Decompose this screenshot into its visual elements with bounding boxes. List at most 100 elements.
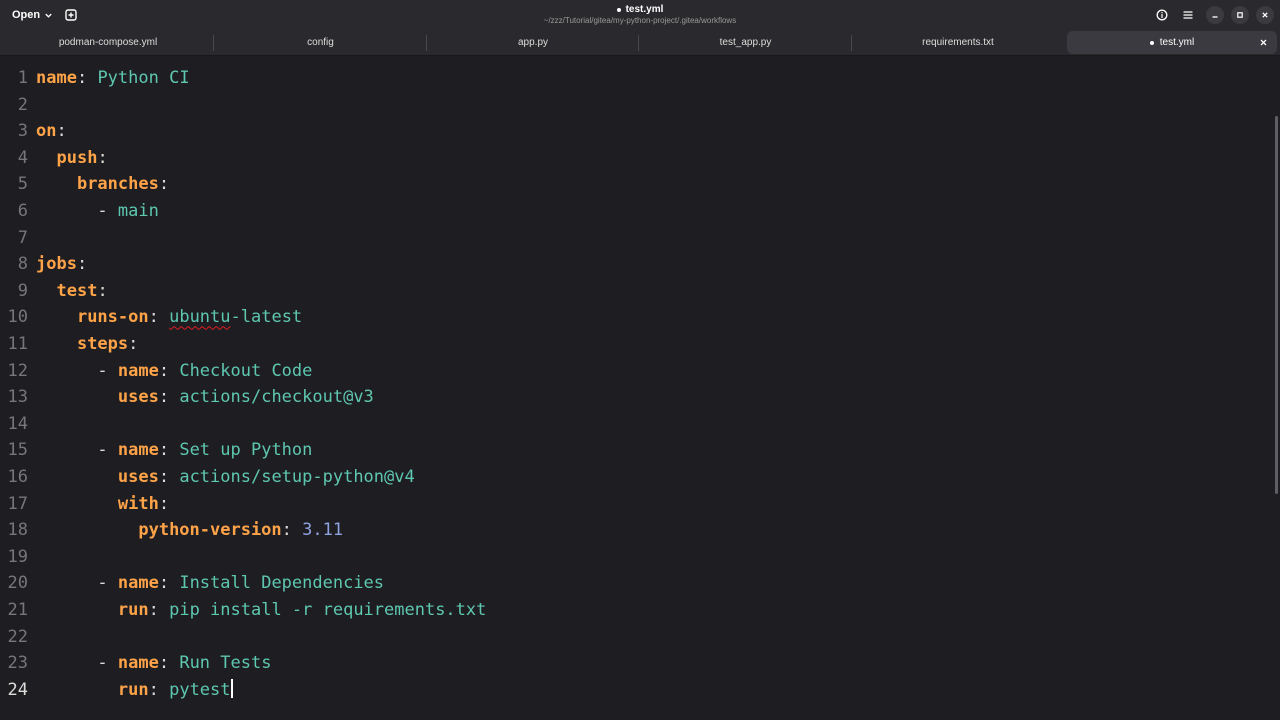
code-line: 6 - main xyxy=(0,198,1270,224)
document-info-button[interactable] xyxy=(1153,6,1171,24)
code-line: 11 steps: xyxy=(0,331,1270,357)
list-dash: - xyxy=(36,440,118,461)
header-bar: Open test.yml ~/zzz/Tutorial/gitea/my-py… xyxy=(0,0,1280,30)
code-line: 16 uses: actions/setup-python@v4 xyxy=(0,464,1270,490)
line-number: 16 xyxy=(7,467,28,487)
window-title: test.yml xyxy=(400,3,880,16)
tab-podman-compose[interactable]: podman-compose.yml xyxy=(2,31,214,54)
line-number: 9 xyxy=(17,280,28,301)
line-number: 10 xyxy=(7,307,28,328)
close-window-button[interactable] xyxy=(1256,6,1274,24)
close-tab-icon[interactable] xyxy=(1258,37,1269,48)
line-content: on: xyxy=(36,118,67,144)
line-content: jobs: xyxy=(36,251,87,277)
tab-test-yml[interactable]: test.yml xyxy=(1067,31,1277,54)
yaml-colon: : xyxy=(148,679,170,700)
code-line: 14 xyxy=(0,411,1270,437)
line-content: uses: actions/checkout@v3 xyxy=(36,384,374,410)
line-number: 4 xyxy=(17,147,28,168)
yaml-value: Python CI xyxy=(97,68,190,88)
yaml-key: name xyxy=(117,440,159,461)
yaml-key: branches xyxy=(76,174,159,195)
code-line: 7 xyxy=(0,225,1270,251)
window-title-area: test.yml ~/zzz/Tutorial/gitea/my-python-… xyxy=(400,3,880,26)
yaml-colon: : xyxy=(128,334,139,354)
line-content: - main xyxy=(36,198,158,224)
line-number: 1 xyxy=(17,68,28,88)
line-number: 11 xyxy=(7,334,28,354)
line-content: with: xyxy=(36,491,169,517)
yaml-value: actions/setup-python@v4 xyxy=(179,467,415,487)
code-line: 21 run: pip install -r requirements.txt xyxy=(0,597,1270,623)
tab-test-app-py[interactable]: test_app.py xyxy=(639,31,852,54)
line-number: 2 xyxy=(17,94,28,115)
modified-dot-icon xyxy=(1149,40,1154,45)
yaml-colon: : xyxy=(158,387,180,408)
line-content: push: xyxy=(36,145,108,171)
list-dash: - xyxy=(36,573,118,594)
code-line: 8 jobs: xyxy=(0,251,1270,277)
minimize-button[interactable] xyxy=(1206,6,1224,24)
line-content: test: xyxy=(36,278,107,304)
yaml-key: jobs xyxy=(36,254,77,275)
yaml-key: name xyxy=(117,653,159,674)
list-dash: - xyxy=(36,653,118,674)
yaml-key: uses xyxy=(117,387,159,408)
code-line: 1 name: Python CI xyxy=(0,65,1270,91)
code-line: 20 - name: Install Dependencies xyxy=(0,570,1270,596)
yaml-key: uses xyxy=(117,467,159,487)
code-line: 22 xyxy=(0,624,1270,650)
tab-label: podman-compose.yml xyxy=(58,37,158,48)
line-content: - name: Run Tests xyxy=(36,650,271,676)
code-line: 2 xyxy=(0,92,1270,118)
yaml-colon: : xyxy=(281,520,303,541)
line-number: 5 xyxy=(17,174,28,195)
tab-label: config xyxy=(307,37,334,48)
code-line: 9 test: xyxy=(0,278,1270,304)
hamburger-menu-icon xyxy=(1182,9,1194,21)
yaml-key: steps xyxy=(76,334,129,354)
yaml-value: pytest xyxy=(169,679,231,700)
code-line: 18 python-version: 3.11 xyxy=(0,517,1270,543)
maximize-icon xyxy=(1236,11,1244,19)
line-number: 7 xyxy=(17,227,28,248)
yaml-colon: : xyxy=(76,254,88,275)
yaml-colon: : xyxy=(148,307,170,328)
line-number: 15 xyxy=(7,440,28,461)
yaml-colon: : xyxy=(158,653,180,674)
minimize-icon xyxy=(1211,11,1219,19)
yaml-key: run xyxy=(117,679,149,700)
yaml-colon: : xyxy=(97,147,108,168)
code-line: 13 uses: actions/checkout@v3 xyxy=(0,384,1270,410)
yaml-colon: : xyxy=(76,68,98,88)
modified-indicator-icon xyxy=(616,7,621,12)
main-menu-button[interactable] xyxy=(1179,6,1197,24)
line-number: 12 xyxy=(7,360,28,381)
tab-label: requirements.txt xyxy=(922,37,994,48)
yaml-value: ubuntu xyxy=(169,307,231,328)
tab-requirements-txt[interactable]: requirements.txt xyxy=(852,31,1064,54)
tab-config[interactable]: config xyxy=(214,31,427,54)
yaml-key: name xyxy=(117,573,159,594)
maximize-button[interactable] xyxy=(1231,6,1249,24)
yaml-key: name xyxy=(36,68,77,88)
line-content: branches: xyxy=(36,171,169,197)
open-button-label: Open xyxy=(12,9,41,21)
text-editor[interactable]: 1 name: Python CI 2 3 on: 4 push: 5 branches: 6… xyxy=(0,56,1280,720)
new-tab-button[interactable] xyxy=(62,6,80,24)
tab-app-py[interactable]: app.py xyxy=(427,31,639,54)
tab-label: test_app.py xyxy=(719,37,772,48)
line-number: 24 xyxy=(7,679,28,700)
open-button[interactable]: Open xyxy=(6,5,59,25)
vertical-scrollbar[interactable] xyxy=(1275,116,1278,494)
yaml-value: Run Tests xyxy=(179,653,272,674)
line-number: 21 xyxy=(7,600,28,620)
